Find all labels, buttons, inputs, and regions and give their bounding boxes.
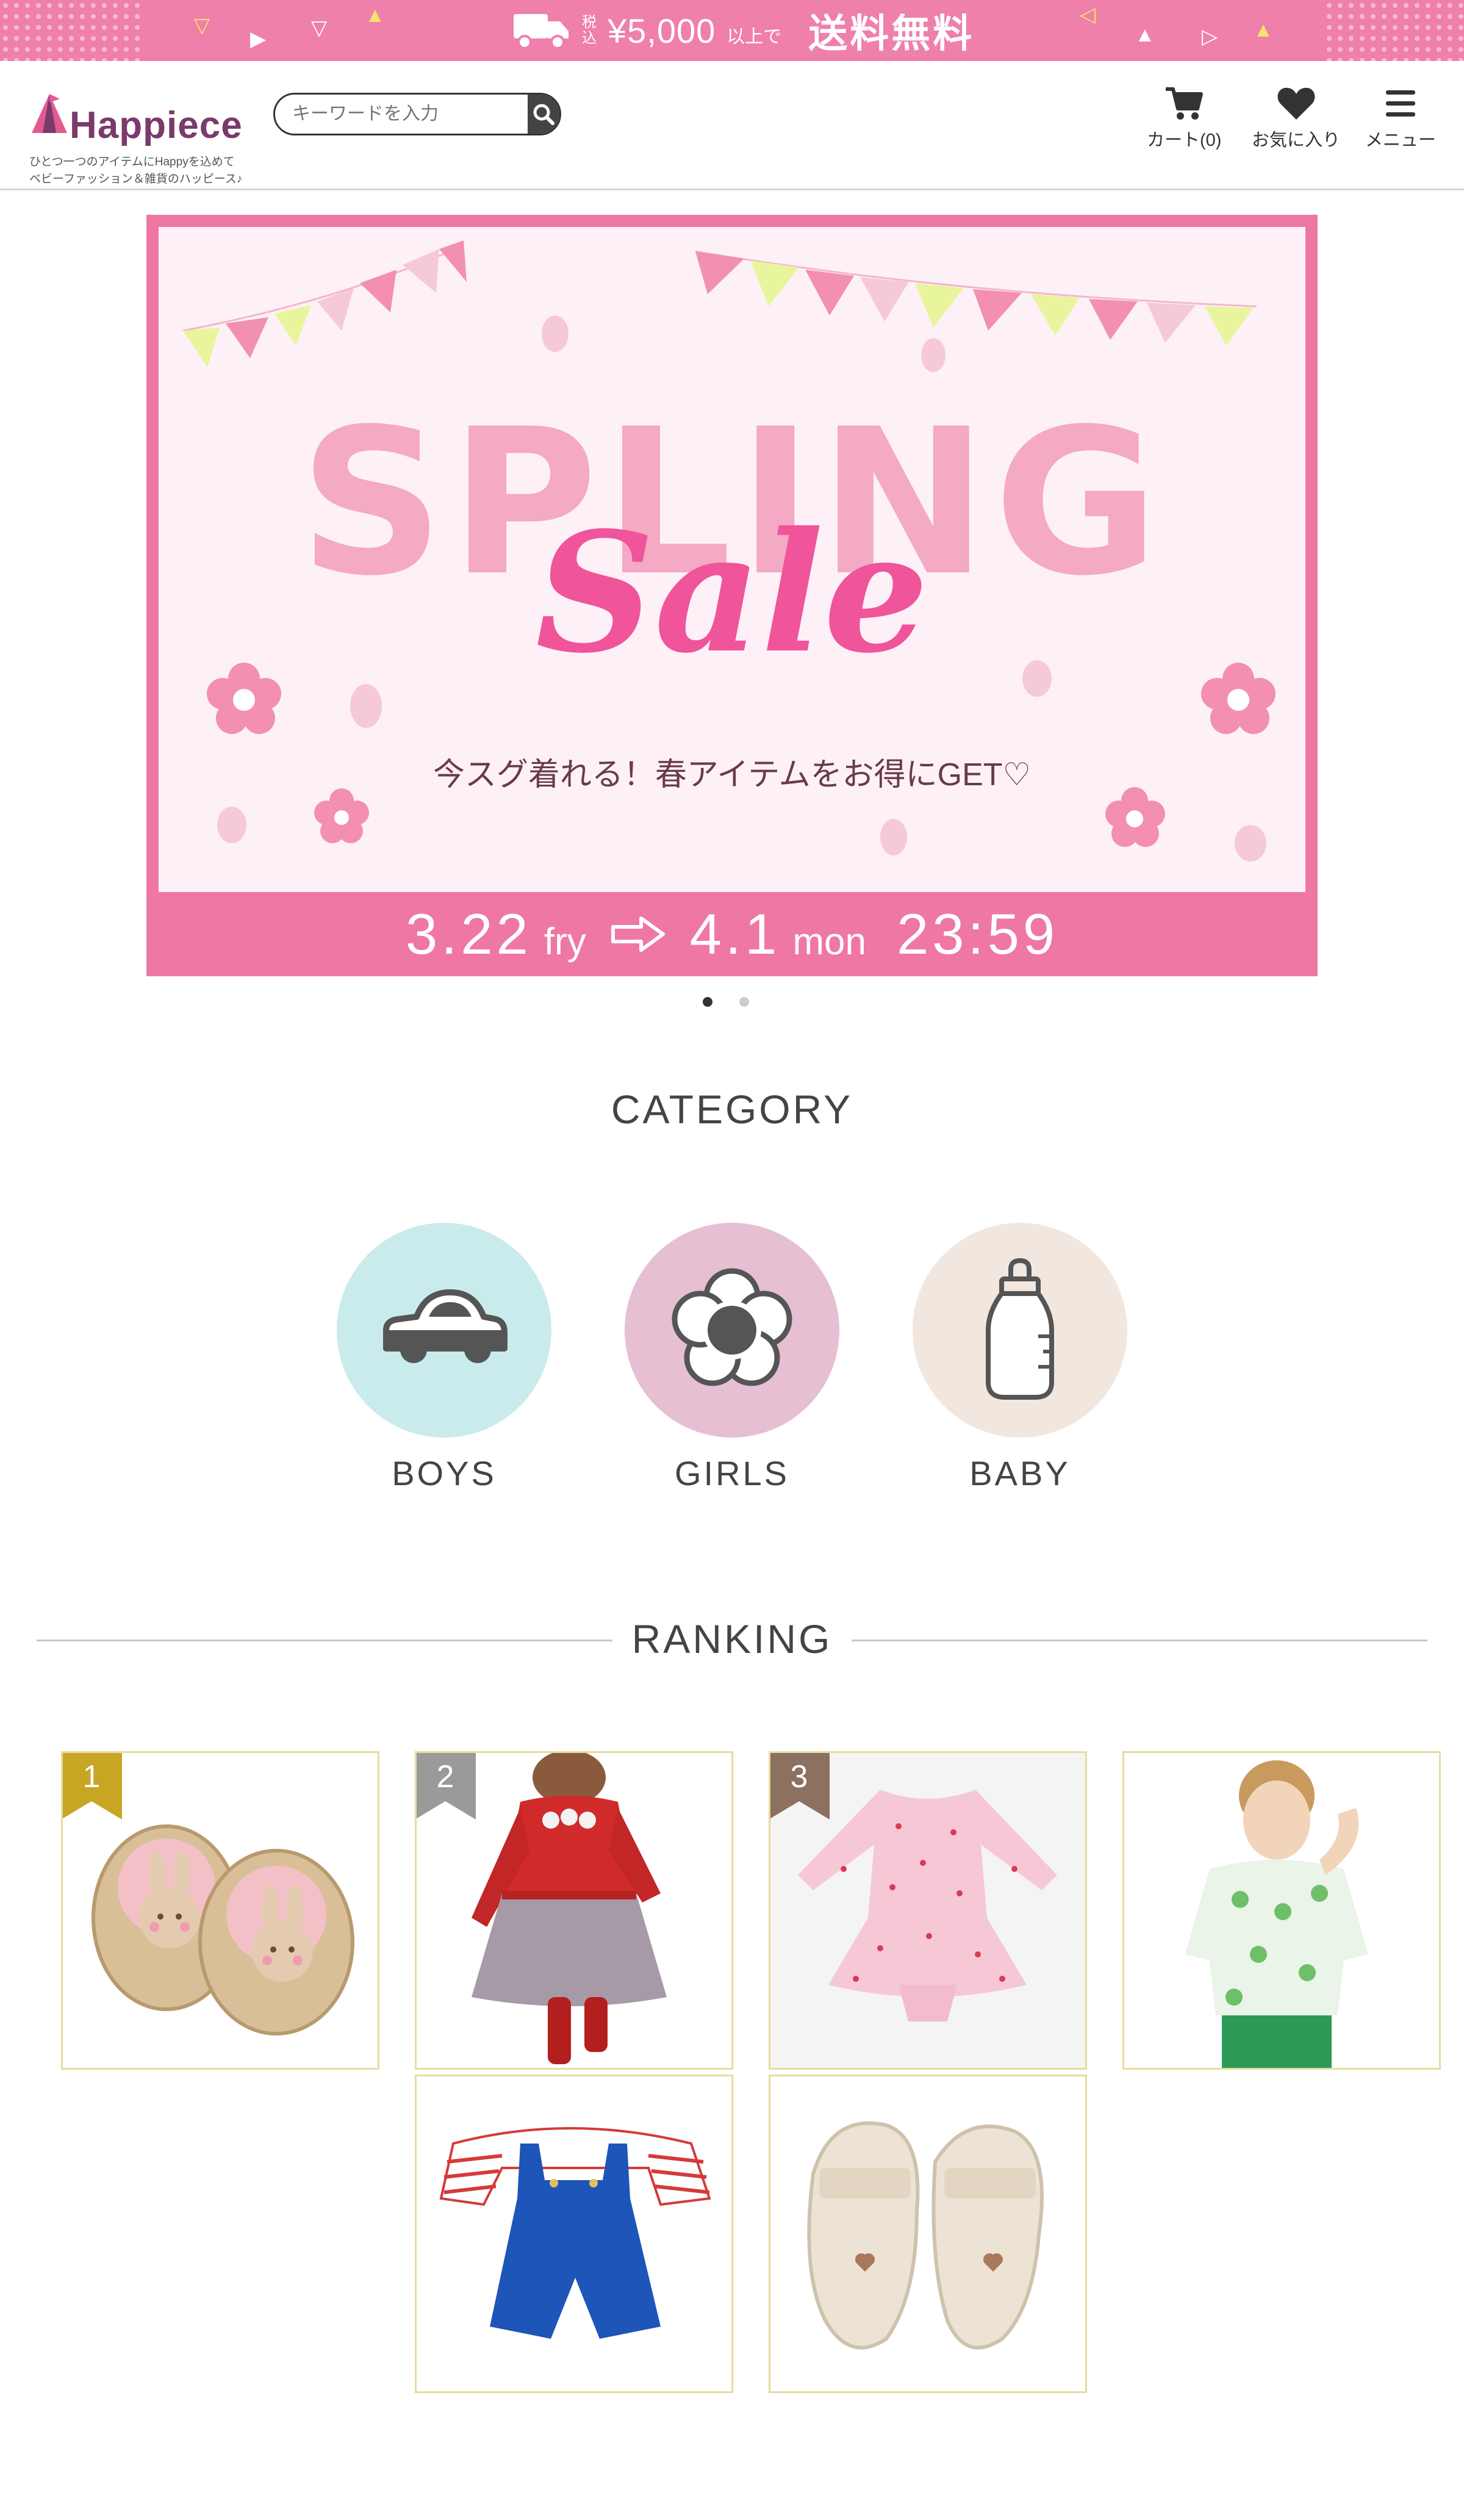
category-baby[interactable]: BABY bbox=[913, 1223, 1127, 1493]
category-circle bbox=[913, 1223, 1127, 1438]
spring-sale-hero-banner[interactable]: SPLING Sale 今スグ着れる！春アイテムをお得にGET♡ 3.22 fr… bbox=[146, 215, 1318, 976]
tax-label: 込 bbox=[582, 30, 597, 46]
triangle-decoration: ▷ bbox=[1202, 25, 1218, 48]
menu-label: メニュー bbox=[1365, 131, 1437, 150]
logo-tagline: ベビーファッション＆雑貨のハッピース♪ bbox=[29, 173, 243, 185]
search-input[interactable] bbox=[275, 95, 528, 134]
ranking-product-card[interactable]: 2 bbox=[415, 1751, 733, 2070]
cart-label: カート(0) bbox=[1147, 131, 1222, 150]
category-girls[interactable]: GIRLS bbox=[625, 1223, 839, 1493]
sale-end-day: mon bbox=[792, 920, 866, 963]
hero-subtitle: 今スグ着れる！春アイテムをお得にGET♡ bbox=[432, 757, 1032, 793]
category-circle bbox=[625, 1223, 839, 1438]
banner-dots-right bbox=[1324, 0, 1464, 61]
category-circle bbox=[337, 1223, 551, 1438]
category-label: BOYS bbox=[392, 1454, 497, 1492]
rank-badge: 1 bbox=[63, 1753, 122, 1820]
ranking-divider-right bbox=[852, 1640, 1427, 1641]
hamburger-menu-icon bbox=[1386, 90, 1415, 117]
tax-label: 税 bbox=[582, 14, 597, 31]
triangle-decoration: ▶ bbox=[250, 27, 267, 51]
menu-button[interactable]: メニュー bbox=[1365, 85, 1436, 151]
rank-number: 3 bbox=[790, 1759, 808, 1795]
baby-bottle-icon bbox=[986, 1258, 1054, 1400]
category-heading: CATEGORY bbox=[611, 1087, 853, 1132]
car-icon bbox=[383, 1289, 508, 1363]
category-label: BABY bbox=[969, 1454, 1071, 1492]
free-shipping-label: 送料無料 bbox=[808, 12, 975, 56]
banner-dots-left bbox=[0, 0, 140, 61]
logo-tagline: ひとつ一つのアイテムにHappyを込めて bbox=[29, 156, 235, 168]
search-icon bbox=[533, 104, 554, 125]
search-bar bbox=[273, 93, 561, 135]
ranking-product-card[interactable] bbox=[1122, 1751, 1441, 2070]
ranking-product-card[interactable]: 3 bbox=[769, 1751, 1087, 2070]
logo-tent-icon bbox=[32, 94, 67, 133]
above-label: 以上で bbox=[727, 27, 782, 47]
triangle-decoration: ▽ bbox=[194, 14, 210, 37]
arrow-right-icon bbox=[611, 916, 665, 952]
carousel-pagination bbox=[703, 997, 749, 1007]
favorites-button[interactable]: お気に入り bbox=[1252, 85, 1340, 151]
product-image-blue-overalls bbox=[439, 2127, 711, 2339]
truck-icon bbox=[512, 9, 571, 52]
rank-badge: 3 bbox=[770, 1753, 830, 1820]
rank-number: 1 bbox=[82, 1759, 101, 1795]
triangle-decoration: ▲ bbox=[1253, 18, 1274, 41]
hero-artwork: SPLING Sale 今スグ着れる！春アイテムをお得にGET♡ bbox=[159, 227, 1305, 892]
shipping-threshold-price: ¥5,000 bbox=[608, 11, 716, 50]
ranking-product-card[interactable] bbox=[769, 2075, 1087, 2393]
triangle-decoration: ▽ bbox=[311, 16, 328, 40]
rank-number: 2 bbox=[436, 1759, 454, 1795]
sale-start-date: 3.22 bbox=[405, 902, 532, 966]
category-boys[interactable]: BOYS bbox=[337, 1223, 551, 1493]
cart-button[interactable]: カート(0) bbox=[1147, 85, 1221, 151]
sale-start-day: fry bbox=[544, 920, 586, 963]
product-image-dinosaur-shirt bbox=[1185, 1760, 1368, 2068]
sale-end-date: 4.1 bbox=[689, 902, 781, 966]
sale-end-time: 23:59 bbox=[896, 902, 1059, 966]
rank-badge: 2 bbox=[417, 1753, 476, 1820]
product-image-baby-sneakers bbox=[807, 2121, 1044, 2350]
site-header: Happiece ひとつ一つのアイテムにHappyを込めて ベビーファッション＆… bbox=[0, 61, 1464, 190]
triangle-decoration: ▲ bbox=[1135, 23, 1155, 46]
ranking-product-card[interactable] bbox=[415, 2075, 733, 2393]
triangle-decoration: ▲ bbox=[365, 4, 386, 27]
carousel-dot[interactable] bbox=[703, 997, 712, 1007]
logo-text: Happiece bbox=[70, 104, 243, 146]
ranking-heading: RANKING bbox=[631, 1616, 833, 1661]
ranking-product-card[interactable]: 1 bbox=[61, 1751, 379, 2070]
category-label: GIRLS bbox=[674, 1454, 790, 1492]
favorites-label: お気に入り bbox=[1252, 131, 1341, 150]
sale-period: 3.22 fry 4.1 mon 23:59 bbox=[146, 892, 1318, 976]
flower-icon bbox=[672, 1268, 792, 1386]
triangle-decoration: ◁ bbox=[1080, 3, 1096, 26]
heart-icon bbox=[1277, 87, 1315, 120]
search-button[interactable] bbox=[528, 95, 559, 134]
site-logo[interactable]: Happiece ひとつ一つのアイテムにHappyを込めて ベビーファッション＆… bbox=[29, 79, 273, 185]
free-shipping-banner[interactable]: ▽ ▶ ▽ ▲ ◁ ▲ ▷ ▲ 税 込 ¥5,000 以上で 送料無料 bbox=[0, 0, 1464, 61]
carousel-dot[interactable] bbox=[739, 997, 749, 1007]
cart-icon bbox=[1166, 87, 1204, 120]
hero-title-sale: Sale bbox=[535, 495, 929, 689]
